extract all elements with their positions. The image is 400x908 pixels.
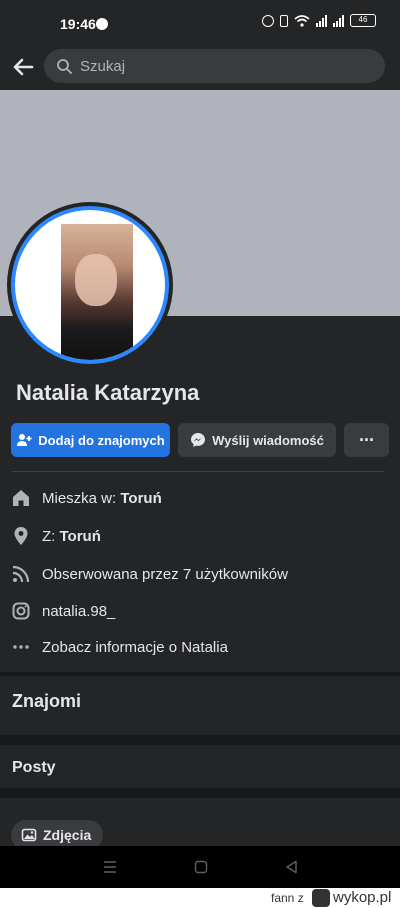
search-input[interactable]: Szukaj bbox=[44, 49, 385, 83]
divider bbox=[12, 471, 384, 472]
search-icon bbox=[57, 59, 72, 74]
triangle-back-icon[interactable] bbox=[284, 859, 300, 875]
more-icon: ··· bbox=[359, 429, 375, 450]
posts-section-title[interactable]: Posty bbox=[12, 759, 56, 777]
alarm-icon bbox=[262, 14, 274, 27]
watermark-strip: fann z wykop.pl bbox=[0, 888, 400, 908]
more-options-button[interactable]: ··· bbox=[344, 423, 389, 457]
back-arrow-icon[interactable] bbox=[10, 54, 36, 80]
instagram-icon bbox=[12, 602, 30, 620]
avatar-ring bbox=[11, 206, 169, 364]
see-more-label: Zobacz informacje o Natalia bbox=[42, 638, 228, 656]
info-followers: Obserwowana przez 7 użytkowników bbox=[0, 559, 400, 589]
send-message-label: Wyślij wiadomość bbox=[212, 432, 324, 448]
messenger-icon bbox=[96, 18, 108, 30]
info-lives-in: Mieszka w: Toruń bbox=[0, 483, 400, 513]
watermark-user: fann bbox=[271, 891, 295, 905]
location-pin-icon bbox=[14, 527, 28, 545]
vibrate-icon bbox=[280, 14, 288, 27]
info-from: Z: Toruń bbox=[0, 521, 400, 551]
add-friend-label: Dodaj do znajomych bbox=[38, 432, 165, 448]
home-icon bbox=[13, 490, 29, 506]
status-bar: 19:46 46 bbox=[0, 0, 400, 44]
battery-icon: 46 bbox=[350, 14, 376, 27]
section-separator bbox=[0, 735, 400, 745]
lives-label: Mieszka w: bbox=[42, 489, 121, 507]
square-icon[interactable] bbox=[193, 859, 209, 875]
photos-label: Zdjęcia bbox=[43, 827, 92, 843]
add-friend-icon bbox=[17, 434, 32, 446]
messenger-icon bbox=[191, 433, 206, 447]
watermark-site: wykop.pl bbox=[333, 889, 392, 906]
followers-text: Obserwowana przez 7 użytkowników bbox=[42, 565, 288, 583]
search-header: Szukaj bbox=[0, 44, 400, 90]
send-message-button[interactable]: Wyślij wiadomość bbox=[178, 423, 336, 457]
status-icons: 46 bbox=[262, 14, 376, 27]
signal-icon bbox=[316, 14, 327, 27]
dots-icon bbox=[13, 645, 29, 649]
system-navigation-bar bbox=[0, 846, 400, 888]
status-time: 19:46 bbox=[60, 16, 96, 32]
from-value[interactable]: Toruń bbox=[60, 528, 101, 545]
menu-icon[interactable] bbox=[102, 859, 118, 875]
wykop-logo-icon bbox=[312, 889, 330, 907]
phone-screen: 19:46 46 Szukaj Natalia Katarzyna Dodaj … bbox=[0, 0, 400, 888]
profile-photo-face bbox=[75, 254, 117, 306]
watermark-separator: z bbox=[297, 891, 304, 905]
avatar[interactable] bbox=[7, 202, 173, 368]
signal-icon bbox=[333, 14, 344, 27]
lives-value[interactable]: Toruń bbox=[120, 490, 161, 507]
see-more-info[interactable]: Zobacz informacje o Natalia bbox=[0, 632, 400, 662]
section-separator bbox=[0, 672, 400, 676]
instagram-handle: natalia.98_ bbox=[42, 602, 116, 620]
search-placeholder: Szukaj bbox=[80, 58, 126, 75]
friends-section-title[interactable]: Znajomi bbox=[12, 691, 81, 712]
profile-name: Natalia Katarzyna bbox=[16, 380, 200, 405]
wifi-icon bbox=[294, 14, 310, 27]
rss-icon bbox=[12, 565, 30, 583]
section-separator bbox=[0, 788, 400, 798]
info-instagram[interactable]: natalia.98_ bbox=[0, 596, 400, 626]
image-icon bbox=[21, 828, 37, 842]
from-label: Z: bbox=[42, 527, 60, 545]
profile-photo bbox=[61, 224, 133, 360]
add-friend-button[interactable]: Dodaj do znajomych bbox=[11, 423, 170, 457]
